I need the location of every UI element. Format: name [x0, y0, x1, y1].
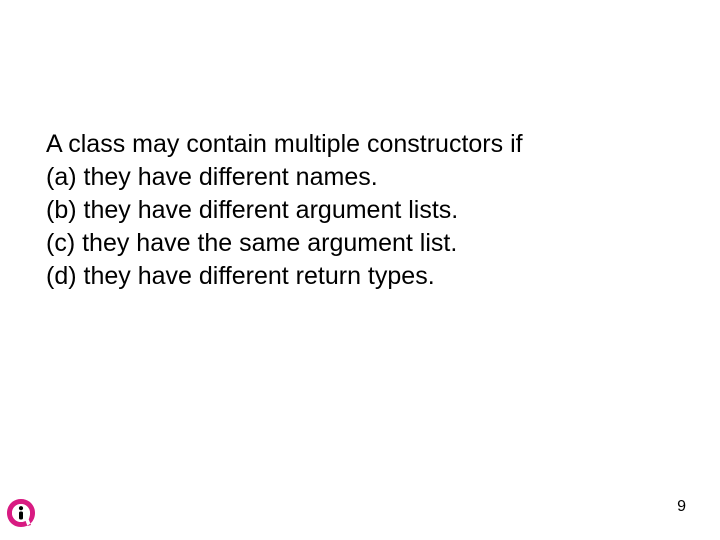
option-d: (d) they have different return types. [46, 260, 656, 293]
option-b: (b) they have different argument lists. [46, 194, 656, 227]
option-a: (a) they have different names. [46, 161, 656, 194]
brand-logo-icon [4, 496, 38, 530]
page-number: 9 [677, 498, 686, 516]
option-c: (c) they have the same argument list. [46, 227, 656, 260]
question-block: A class may contain multiple constructor… [46, 128, 656, 293]
question-stem: A class may contain multiple constructor… [46, 128, 656, 161]
slide: A class may contain multiple constructor… [0, 0, 720, 540]
